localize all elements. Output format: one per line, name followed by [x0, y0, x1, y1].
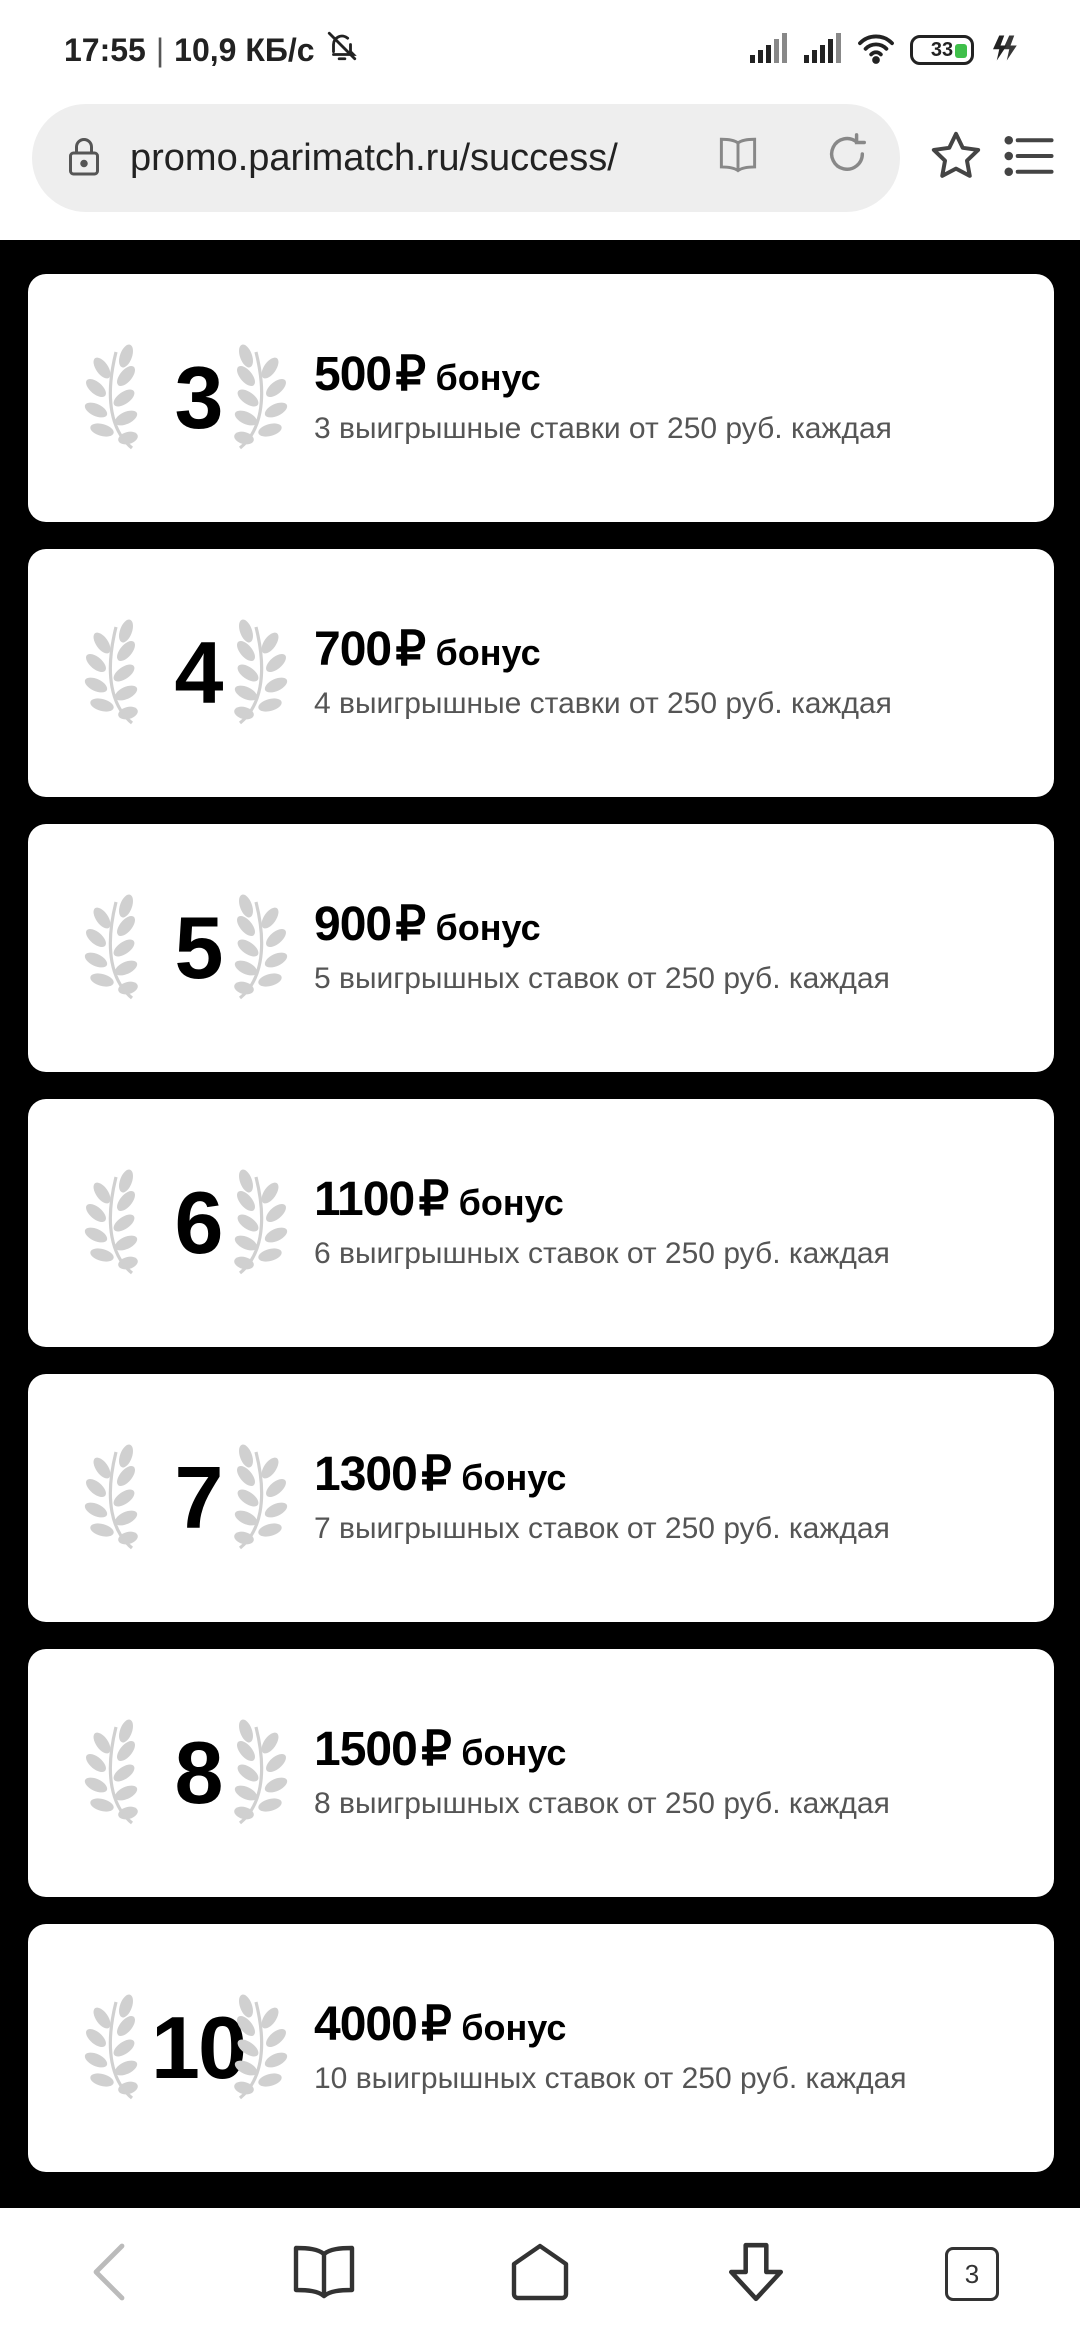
laurel-right-icon [224, 1994, 300, 2109]
bonus-level-card: 6 1100 ₽ бонус 6 выигрышных ставок от 25… [28, 1099, 1054, 1347]
status-right: 33 [748, 32, 1018, 69]
bonus-level-card: 7 1300 ₽ бонус 7 выигрышных ставок от 25… [28, 1374, 1054, 1622]
menu-list-icon[interactable] [1002, 128, 1056, 189]
bonus-amount: 900 [314, 898, 392, 951]
currency-symbol: ₽ [421, 1723, 452, 1776]
bonus-title: 900 ₽ бонус [314, 896, 541, 952]
bonus-amount: 500 [314, 348, 392, 401]
laurel-right-icon [224, 1719, 300, 1834]
chevron-left-icon [86, 2240, 130, 2309]
signal-icon [748, 32, 788, 68]
bonus-amount: 1300 [314, 1448, 418, 1501]
bonus-label: бонус [461, 1732, 567, 1773]
bonus-label: бонус [435, 357, 541, 398]
reader-mode-icon[interactable] [714, 128, 762, 185]
lock-icon [66, 134, 102, 183]
bonus-level-card: 3 500 ₽ бонус 3 выигрышные ставки от 250… [28, 274, 1054, 522]
status-network-speed: 10,9 КБ/с [174, 31, 315, 68]
reload-icon[interactable] [824, 128, 870, 185]
battery-charge-dot [955, 44, 967, 58]
bonus-description: 3 выигрышные ставки от 250 руб. каждая [314, 412, 892, 445]
url-text: promo.parimatch.ru/success/ [130, 136, 618, 179]
signal-icon-2 [802, 32, 842, 68]
open-book-icon [292, 2242, 356, 2307]
bonus-amount: 700 [314, 623, 392, 676]
currency-symbol: ₽ [395, 623, 427, 676]
tabs-button[interactable]: 3 [912, 2224, 1032, 2324]
currency-symbol: ₽ [421, 1998, 452, 2051]
browser-bottom-nav: 3 [0, 2208, 1080, 2340]
charging-icon [988, 32, 1018, 69]
status-left: 17:55 | 10,9 КБ/с [64, 29, 359, 71]
laurel-right-icon [224, 1444, 300, 1559]
currency-symbol: ₽ [418, 1173, 450, 1226]
bonus-title: 1500 ₽ бонус [314, 1721, 566, 1777]
bonus-description: 4 выигрышные ставки от 250 руб. каждая [314, 687, 892, 720]
battery-indicator: 33 [910, 35, 974, 65]
laurel-right-icon [224, 894, 300, 1009]
address-bar[interactable]: promo.parimatch.ru/success/ [32, 104, 900, 212]
laurel-right-icon [224, 344, 300, 459]
bonus-description: 10 выигрышных ставок от 250 руб. каждая [314, 2062, 907, 2095]
bonus-description: 7 выигрышных ставок от 250 руб. каждая [314, 1512, 890, 1545]
bookmark-star-icon[interactable] [928, 128, 984, 189]
laurel-right-icon [224, 619, 300, 734]
bonus-amount: 4000 [314, 1998, 418, 2051]
downloads-button[interactable] [696, 2224, 816, 2324]
laurel-right-icon [224, 1169, 300, 1284]
bonus-levels-list: 3 500 ₽ бонус 3 выигрышные ставки от 250… [0, 240, 1080, 2208]
bonus-title: 1100 ₽ бонус [314, 1171, 564, 1227]
bonus-label: бонус [461, 2007, 567, 2048]
status-time: 17:55 [64, 31, 146, 68]
bonus-label: бонус [458, 1182, 564, 1223]
bonus-title: 4000 ₽ бонус [314, 1996, 566, 2052]
bookmarks-button[interactable] [264, 2224, 384, 2324]
status-bar: 17:55 | 10,9 КБ/с 33 [0, 0, 1080, 100]
bonus-label: бонус [435, 632, 541, 673]
bonus-description: 6 выигрышных ставок от 250 руб. каждая [314, 1237, 890, 1270]
currency-symbol: ₽ [395, 898, 427, 951]
bonus-description: 5 выигрышных ставок от 250 руб. каждая [314, 962, 890, 995]
bell-muted-icon [325, 29, 359, 71]
status-separator: | [155, 31, 165, 68]
bonus-title: 700 ₽ бонус [314, 621, 541, 677]
download-arrow-icon [723, 2239, 789, 2310]
back-button[interactable] [48, 2224, 168, 2324]
battery-level: 33 [930, 38, 954, 61]
home-button[interactable] [480, 2224, 600, 2324]
browser-toolbar: promo.parimatch.ru/success/ [0, 100, 1080, 240]
bonus-level-card: 10 4000 ₽ бонус 10 выигрышных ставок от … [28, 1924, 1054, 2172]
bonus-label: бонус [461, 1457, 567, 1498]
bonus-amount: 1500 [314, 1723, 418, 1776]
currency-symbol: ₽ [395, 348, 427, 401]
home-pentagon-icon [508, 2240, 572, 2309]
bonus-title: 1300 ₽ бонус [314, 1446, 566, 1502]
tabs-count: 3 [945, 2247, 999, 2301]
wifi-icon [856, 32, 896, 69]
bonus-title: 500 ₽ бонус [314, 346, 541, 402]
bonus-label: бонус [435, 907, 541, 948]
bonus-level-card: 8 1500 ₽ бонус 8 выигрышных ставок от 25… [28, 1649, 1054, 1897]
currency-symbol: ₽ [421, 1448, 452, 1501]
bonus-level-card: 4 700 ₽ бонус 4 выигрышные ставки от 250… [28, 549, 1054, 797]
bonus-level-card: 5 900 ₽ бонус 5 выигрышных ставок от 250… [28, 824, 1054, 1072]
bonus-description: 8 выигрышных ставок от 250 руб. каждая [314, 1787, 890, 1820]
bonus-amount: 1100 [314, 1173, 415, 1226]
